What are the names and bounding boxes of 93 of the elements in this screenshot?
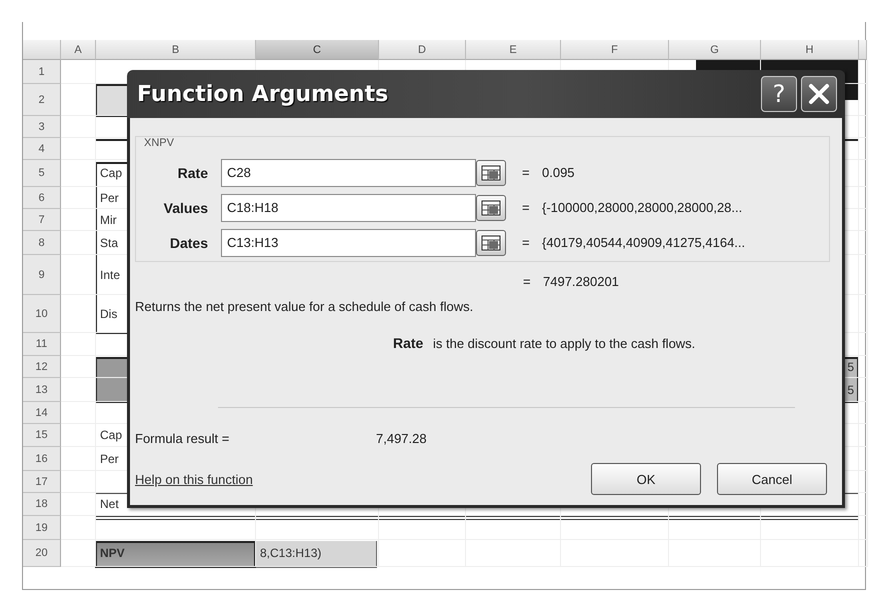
row-header[interactable]: 12 — [23, 356, 61, 378]
table-cell — [859, 378, 868, 402]
table-cell — [61, 231, 96, 255]
row-header[interactable]: 16 — [23, 447, 61, 471]
range-select-button[interactable] — [476, 194, 506, 220]
table-cell — [61, 60, 96, 84]
table-cell — [61, 209, 96, 231]
ok-button[interactable]: OK — [591, 463, 701, 495]
table-cell — [859, 84, 868, 116]
table-cell — [859, 356, 868, 378]
table-cell — [859, 516, 868, 540]
table-cell — [859, 424, 868, 447]
argument-name: Rate — [393, 335, 424, 351]
table-cell — [859, 187, 868, 209]
equals-sign: = — [522, 235, 531, 250]
argument-label: Dates — [168, 234, 208, 250]
column-header[interactable]: E — [466, 40, 561, 60]
row-header[interactable]: 11 — [23, 333, 61, 356]
row-header[interactable]: 10 — [23, 295, 61, 333]
row-header[interactable]: 1 — [23, 60, 61, 84]
column-header[interactable]: F — [561, 40, 669, 60]
table-cell — [61, 516, 96, 540]
table-cell: NPV — [96, 540, 256, 567]
table-cell — [859, 231, 868, 255]
equals-sign: = — [523, 274, 532, 288]
help-link[interactable]: Help on this function — [135, 472, 253, 486]
row-header[interactable]: 8 — [23, 231, 61, 255]
table-cell: 8,C13:H13) — [256, 540, 379, 567]
argument-field[interactable]: C18:H18 — [221, 194, 476, 222]
argument-label: Rate — [176, 164, 208, 180]
row-header[interactable]: 17 — [23, 471, 61, 493]
table-cell — [859, 138, 868, 160]
column-header[interactable]: D — [379, 40, 466, 60]
table-cell — [859, 493, 868, 516]
close-icon — [808, 83, 830, 105]
cancel-button[interactable]: Cancel — [717, 463, 827, 495]
row-header[interactable]: 6 — [23, 187, 61, 209]
equals-sign: = — [522, 200, 531, 215]
row-header[interactable]: 19 — [23, 516, 61, 540]
formula-result-label: Formula result = — [135, 430, 230, 446]
table-cell — [859, 60, 868, 84]
argument-description: is the discount rate to apply to the cash flows. — [432, 336, 696, 351]
formula-result-value: 7,497.28 — [376, 430, 427, 446]
range-select-button[interactable] — [476, 230, 506, 256]
row-header[interactable]: 9 — [23, 255, 61, 295]
table-cell — [859, 255, 868, 295]
argument-value: {40179,40544,40909,41275,4164... — [542, 235, 746, 250]
column-header[interactable]: C — [256, 40, 379, 60]
table-cell — [859, 209, 868, 231]
row-header[interactable]: 2 — [23, 84, 61, 116]
column-header[interactable]: A — [61, 40, 96, 60]
table-cell — [61, 160, 96, 187]
row-header[interactable]: 20 — [23, 540, 61, 567]
table-cell — [61, 295, 96, 333]
close-button[interactable] — [801, 76, 837, 112]
row-header[interactable]: 5 — [23, 160, 61, 187]
row-header[interactable]: 7 — [23, 209, 61, 231]
table-cell — [61, 424, 96, 447]
table-cell — [61, 187, 96, 209]
row-header[interactable]: 4 — [23, 138, 61, 160]
table-cell — [61, 255, 96, 295]
table-cell — [859, 116, 868, 138]
table-cell — [859, 471, 868, 493]
argument-value: 0.095 — [542, 165, 575, 180]
column-header[interactable]: G — [669, 40, 761, 60]
table-cell — [859, 333, 868, 356]
dialog-title: Function Arguments — [137, 82, 390, 106]
grid-icon — [481, 164, 501, 180]
table-cell — [61, 540, 96, 567]
equals-sign: = — [522, 165, 531, 180]
grid-icon — [481, 200, 501, 216]
row-header[interactable]: 13 — [23, 378, 61, 402]
column-header[interactable]: B — [96, 40, 256, 60]
table-cell — [859, 402, 868, 424]
argument-field[interactable]: C13:H13 — [221, 228, 476, 256]
argument-field[interactable]: C28 — [221, 158, 476, 186]
grid-icon — [481, 234, 501, 250]
help-button[interactable]: ? — [761, 76, 797, 112]
table-cell — [859, 160, 868, 187]
range-select-button[interactable] — [476, 160, 506, 186]
argument-value: {-100000,28000,28000,28000,28... — [542, 200, 742, 215]
table-cell — [61, 493, 96, 516]
row-header[interactable]: 18 — [23, 493, 61, 516]
row-header[interactable]: 15 — [23, 424, 61, 447]
row-header[interactable]: 14 — [23, 402, 61, 424]
table-cell — [859, 447, 868, 471]
column-header[interactable]: H — [761, 40, 859, 60]
table-cell — [859, 295, 868, 333]
row-header[interactable]: 3 — [23, 116, 61, 138]
table-cell — [61, 447, 96, 471]
function-name: XNPV — [144, 137, 174, 150]
result-value: 7497.280201 — [543, 274, 619, 288]
table-cell — [859, 540, 868, 567]
